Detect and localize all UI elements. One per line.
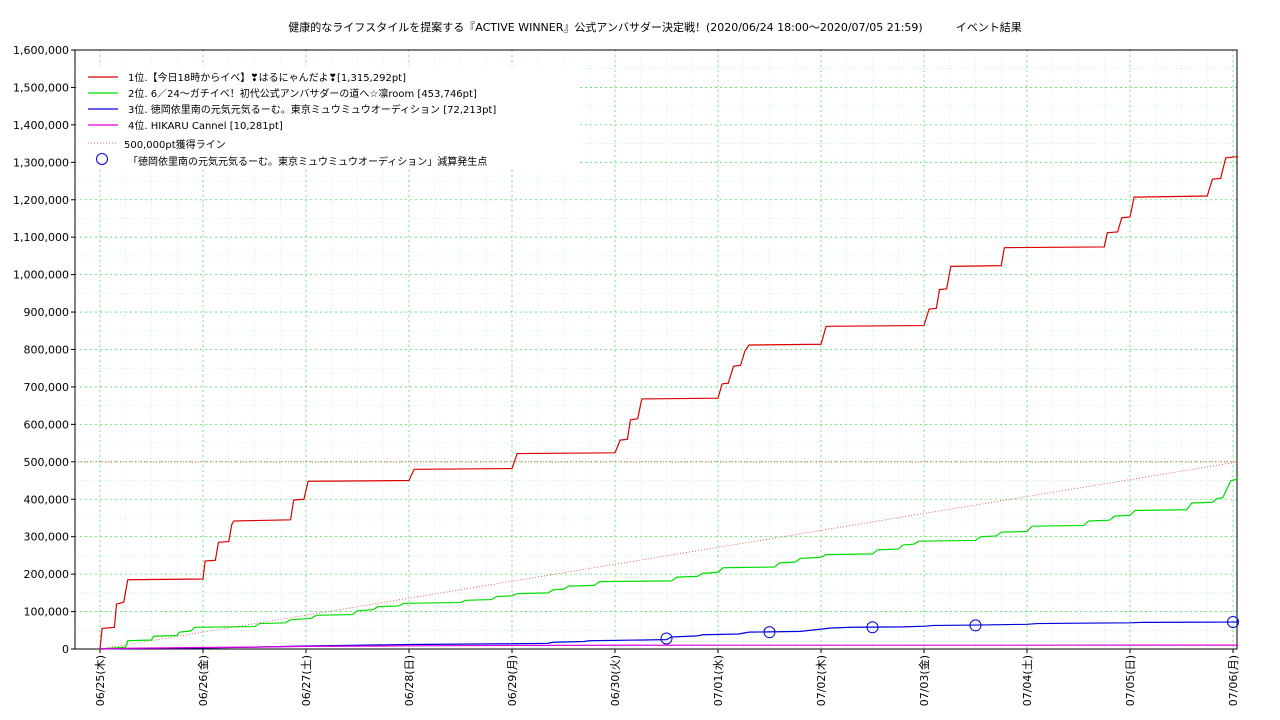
legend-label: 1位.【今日18時からイベ】❣はるにゃんだよ❣[1,315,292pt] [128,71,406,84]
y-tick-label: 100,000 [24,606,70,619]
y-tick-label: 1,600,000 [13,44,69,57]
y-tick-label: 800,000 [24,344,70,357]
y-tick-label: 200,000 [24,568,70,581]
y-tick-label: 1,000,000 [13,269,69,282]
legend-label: 2位. 6／24〜ガチイベ！初代公式アンバサダーの道へ☆凛room [453,7… [128,87,477,100]
legend-label: 3位. 徳岡依里南の元気元気るーむ。東京ミュウミュウオーディション [72,21… [128,103,496,116]
x-tick-label: 07/02(木) [815,655,828,706]
x-tick-label: 07/04(土) [1021,655,1034,706]
x-tick-label: 06/26(金) [196,655,210,706]
x-tick-label: 07/03(金) [917,655,931,706]
series-line-1 [99,155,1239,650]
y-tick-label: 900,000 [24,306,70,319]
x-tick-label: 06/25(木) [94,655,107,706]
series-line-4 [99,644,1239,650]
legend: 1位.【今日18時からイベ】❣はるにゃんだよ❣[1,315,292pt] 2位. … [80,66,580,170]
y-tick-label: 0 [62,643,69,656]
y-tick-label: 700,000 [24,381,70,394]
x-tick-label: 06/27(土) [300,655,313,706]
x-tick-label: 07/01(水) [712,655,725,706]
x-tick-label: 07/06(月) [1227,655,1240,706]
y-tick-label: 1,300,000 [13,156,69,169]
y-tick-label: 1,500,000 [13,81,69,94]
legend-label: 500,000pt獲得ライン [124,138,226,151]
x-tick-label: 06/29(月) [506,655,519,706]
y-tick-label: 400,000 [24,493,70,506]
x-tick-label: 06/28(日) [403,655,416,706]
y-tick-label: 300,000 [24,531,70,544]
y-tick-label: 1,400,000 [13,119,69,132]
y-tick-label: 1,200,000 [13,194,69,207]
series-lines [99,155,1239,650]
ranking-chart: 健康的なライフスタイルを提案する『ACTIVE WINNER』公式アンバサダー決… [13,20,1240,706]
chart-title: 健康的なライフスタイルを提案する『ACTIVE WINNER』公式アンバサダー決… [288,20,1021,34]
legend-label: 4位. HIKARU Cannel [10,281pt] [128,119,283,132]
legend-label: 「徳岡依里南の元気元気るーむ。東京ミュウミュウオーディション」減算発生点 [128,155,487,168]
y-tick-label: 1,100,000 [13,231,69,244]
x-tick-label: 06/30(火) [609,655,622,706]
y-tick-label: 600,000 [24,418,70,431]
x-tick-label: 07/05(日) [1124,655,1137,706]
y-tick-label: 500,000 [24,456,70,469]
